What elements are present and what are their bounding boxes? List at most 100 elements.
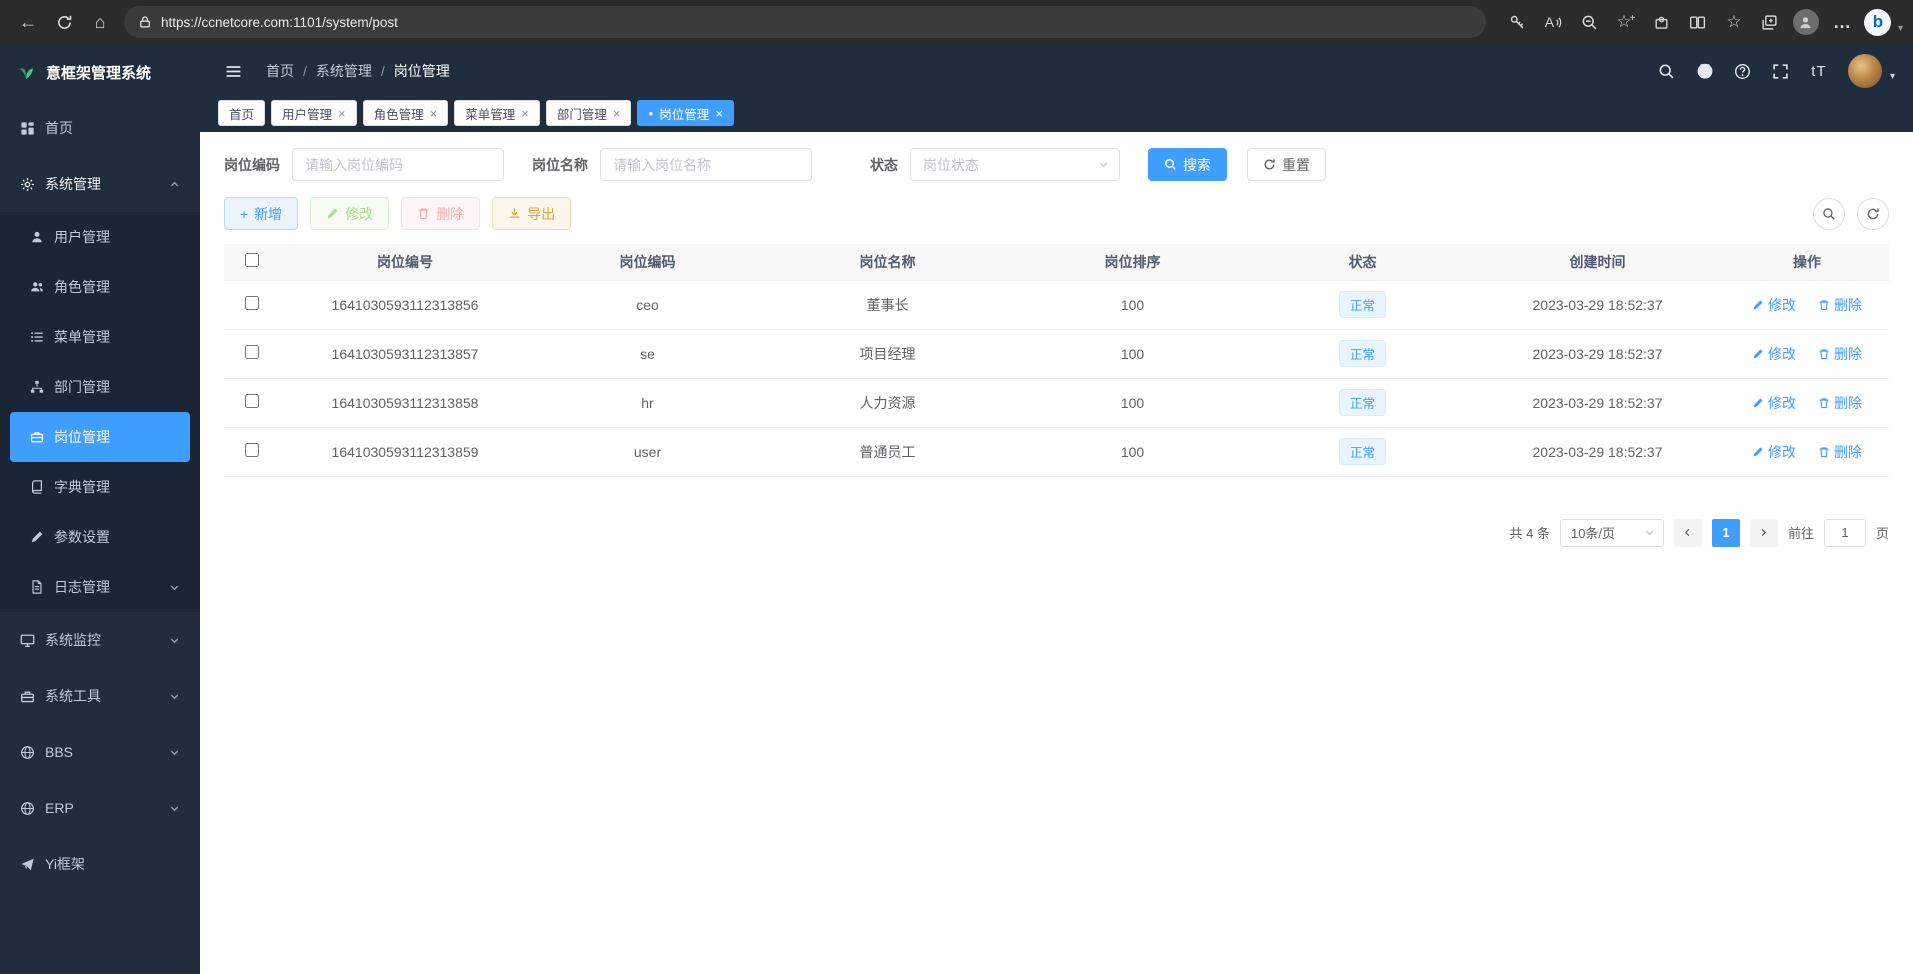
sidebar: 意框架管理系统 首页 系统管理 用户管理 角色管理 (0, 44, 200, 974)
add-button[interactable]: + 新增 (224, 197, 298, 230)
tab-post-management[interactable]: ● 岗位管理 × (637, 100, 733, 126)
page-size-select[interactable]: 10条/页 (1560, 519, 1664, 547)
status-select[interactable]: 岗位状态 (910, 148, 1120, 181)
browser-profile-button[interactable] (1788, 6, 1824, 38)
status-badge: 正常 (1339, 438, 1386, 465)
font-size-icon: tT (1811, 63, 1826, 80)
sidebar-item-home[interactable]: 首页 (0, 100, 200, 156)
show-search-toggle-button[interactable] (1813, 198, 1845, 230)
sidebar-item-label: 日志管理 (54, 577, 159, 597)
tab-role-management[interactable]: 角色管理 × (363, 100, 449, 126)
password-key-button[interactable] (1500, 6, 1536, 38)
sidebar-item-menus[interactable]: 菜单管理 (0, 312, 200, 362)
browser-home-button[interactable]: ⌂ (82, 6, 118, 38)
status-badge: 正常 (1339, 291, 1386, 318)
sidebar-item-label: 菜单管理 (54, 327, 180, 347)
search-button[interactable]: 搜索 (1148, 148, 1227, 181)
sidebar-item-bbs[interactable]: BBS (0, 724, 200, 780)
delete-button[interactable]: 删除 (401, 197, 480, 230)
row-edit-button[interactable]: 修改 (1752, 393, 1796, 413)
breadcrumb-home[interactable]: 首页 (266, 61, 294, 81)
breadcrumb-system[interactable]: 系统管理 (316, 61, 372, 81)
tab-close-icon[interactable]: × (613, 106, 621, 121)
font-size-button[interactable]: tT (1804, 56, 1834, 86)
row-delete-button[interactable]: 删除 (1818, 344, 1862, 364)
goto-page-input[interactable] (1824, 519, 1866, 547)
sidebar-collapse-button[interactable] (218, 56, 248, 86)
sidebar-item-dictionary[interactable]: 字典管理 (0, 462, 200, 512)
tab-user-management[interactable]: 用户管理 × (271, 100, 357, 126)
tab-label: 部门管理 (557, 104, 607, 123)
export-button[interactable]: 导出 (492, 197, 571, 230)
tab-menu-management[interactable]: 菜单管理 × (454, 100, 540, 126)
sidebar-item-logs[interactable]: 日志管理 (0, 562, 200, 612)
sidebar-item-users[interactable]: 用户管理 (0, 212, 200, 262)
browser-more-button[interactable]: … (1824, 6, 1860, 38)
select-all-checkbox[interactable] (245, 253, 259, 267)
prev-page-button[interactable] (1674, 519, 1702, 547)
browser-profile-avatar (1793, 9, 1819, 35)
header-search-button[interactable] (1652, 56, 1682, 86)
col-post-sort: 岗位排序 (1010, 244, 1255, 280)
user-avatar[interactable] (1848, 54, 1882, 88)
row-delete-button[interactable]: 删除 (1818, 393, 1862, 413)
row-delete-button[interactable]: 删除 (1818, 442, 1862, 462)
header-actions: tT ▾ (1652, 54, 1895, 88)
edit-pencil-icon (1752, 446, 1764, 458)
sidebar-item-roles[interactable]: 角色管理 (0, 262, 200, 312)
add-favorite-button[interactable]: ☆+ (1608, 6, 1644, 38)
read-aloud-button[interactable]: A (1536, 6, 1572, 38)
row-checkbox[interactable] (245, 345, 259, 359)
row-checkbox[interactable] (245, 296, 259, 310)
hamburger-icon (225, 63, 242, 80)
browser-refresh-button[interactable] (46, 6, 82, 38)
sidebar-item-parameters[interactable]: 参数设置 (0, 512, 200, 562)
split-screen-button[interactable] (1680, 6, 1716, 38)
row-checkbox[interactable] (245, 443, 259, 457)
sidebar-item-posts[interactable]: 岗位管理 (10, 412, 190, 462)
sidebar-item-tools[interactable]: 系统工具 (0, 668, 200, 724)
address-bar[interactable]: https://ccnetcore.com:1101/system/post (124, 6, 1486, 38)
fullscreen-button[interactable] (1766, 56, 1796, 86)
tab-close-icon[interactable]: × (715, 106, 723, 121)
sidebar-item-label: 部门管理 (54, 377, 180, 397)
help-button[interactable] (1728, 56, 1758, 86)
leaf-logo-icon (16, 62, 36, 82)
refresh-table-button[interactable] (1857, 198, 1889, 230)
zoom-out-button[interactable] (1572, 6, 1608, 38)
row-edit-button[interactable]: 修改 (1752, 344, 1796, 364)
post-badge-icon (30, 430, 44, 444)
bing-chat-button[interactable]: b (1860, 6, 1896, 38)
edit-button[interactable]: 修改 (310, 197, 389, 230)
tab-close-icon[interactable]: × (338, 106, 346, 121)
search-icon (1658, 63, 1675, 80)
post-code-input[interactable] (292, 148, 504, 181)
browser-back-button[interactable]: ← (10, 6, 46, 38)
row-checkbox[interactable] (245, 394, 259, 408)
status-label: 状态 (870, 155, 898, 175)
tab-close-icon[interactable]: × (521, 106, 529, 121)
edit-pencil-icon (1752, 348, 1764, 360)
avatar-caret-icon[interactable]: ▾ (1890, 71, 1895, 88)
sidebar-item-yi-framework[interactable]: Yi框架 (0, 836, 200, 892)
tab-close-icon[interactable]: × (430, 106, 438, 121)
row-delete-button[interactable]: 删除 (1818, 295, 1862, 315)
github-button[interactable] (1690, 56, 1720, 86)
sidebar-item-system[interactable]: 系统管理 (0, 156, 200, 212)
reset-button[interactable]: 重置 (1247, 148, 1326, 181)
sidebar-item-departments[interactable]: 部门管理 (0, 362, 200, 412)
bing-caret-icon[interactable]: ▾ (1898, 23, 1903, 38)
tab-home[interactable]: 首页 (218, 100, 265, 126)
tab-department-management[interactable]: 部门管理 × (546, 100, 632, 126)
sidebar-item-erp[interactable]: ERP (0, 780, 200, 836)
row-edit-button[interactable]: 修改 (1752, 295, 1796, 315)
github-icon (1696, 62, 1714, 80)
extensions-button[interactable] (1644, 6, 1680, 38)
next-page-button[interactable] (1750, 519, 1778, 547)
favorites-button[interactable]: ☆ (1716, 6, 1752, 38)
sidebar-item-monitor[interactable]: 系统监控 (0, 612, 200, 668)
page-number-1[interactable]: 1 (1712, 519, 1740, 547)
collections-button[interactable] (1752, 6, 1788, 38)
post-name-input[interactable] (600, 148, 812, 181)
row-edit-button[interactable]: 修改 (1752, 442, 1796, 462)
